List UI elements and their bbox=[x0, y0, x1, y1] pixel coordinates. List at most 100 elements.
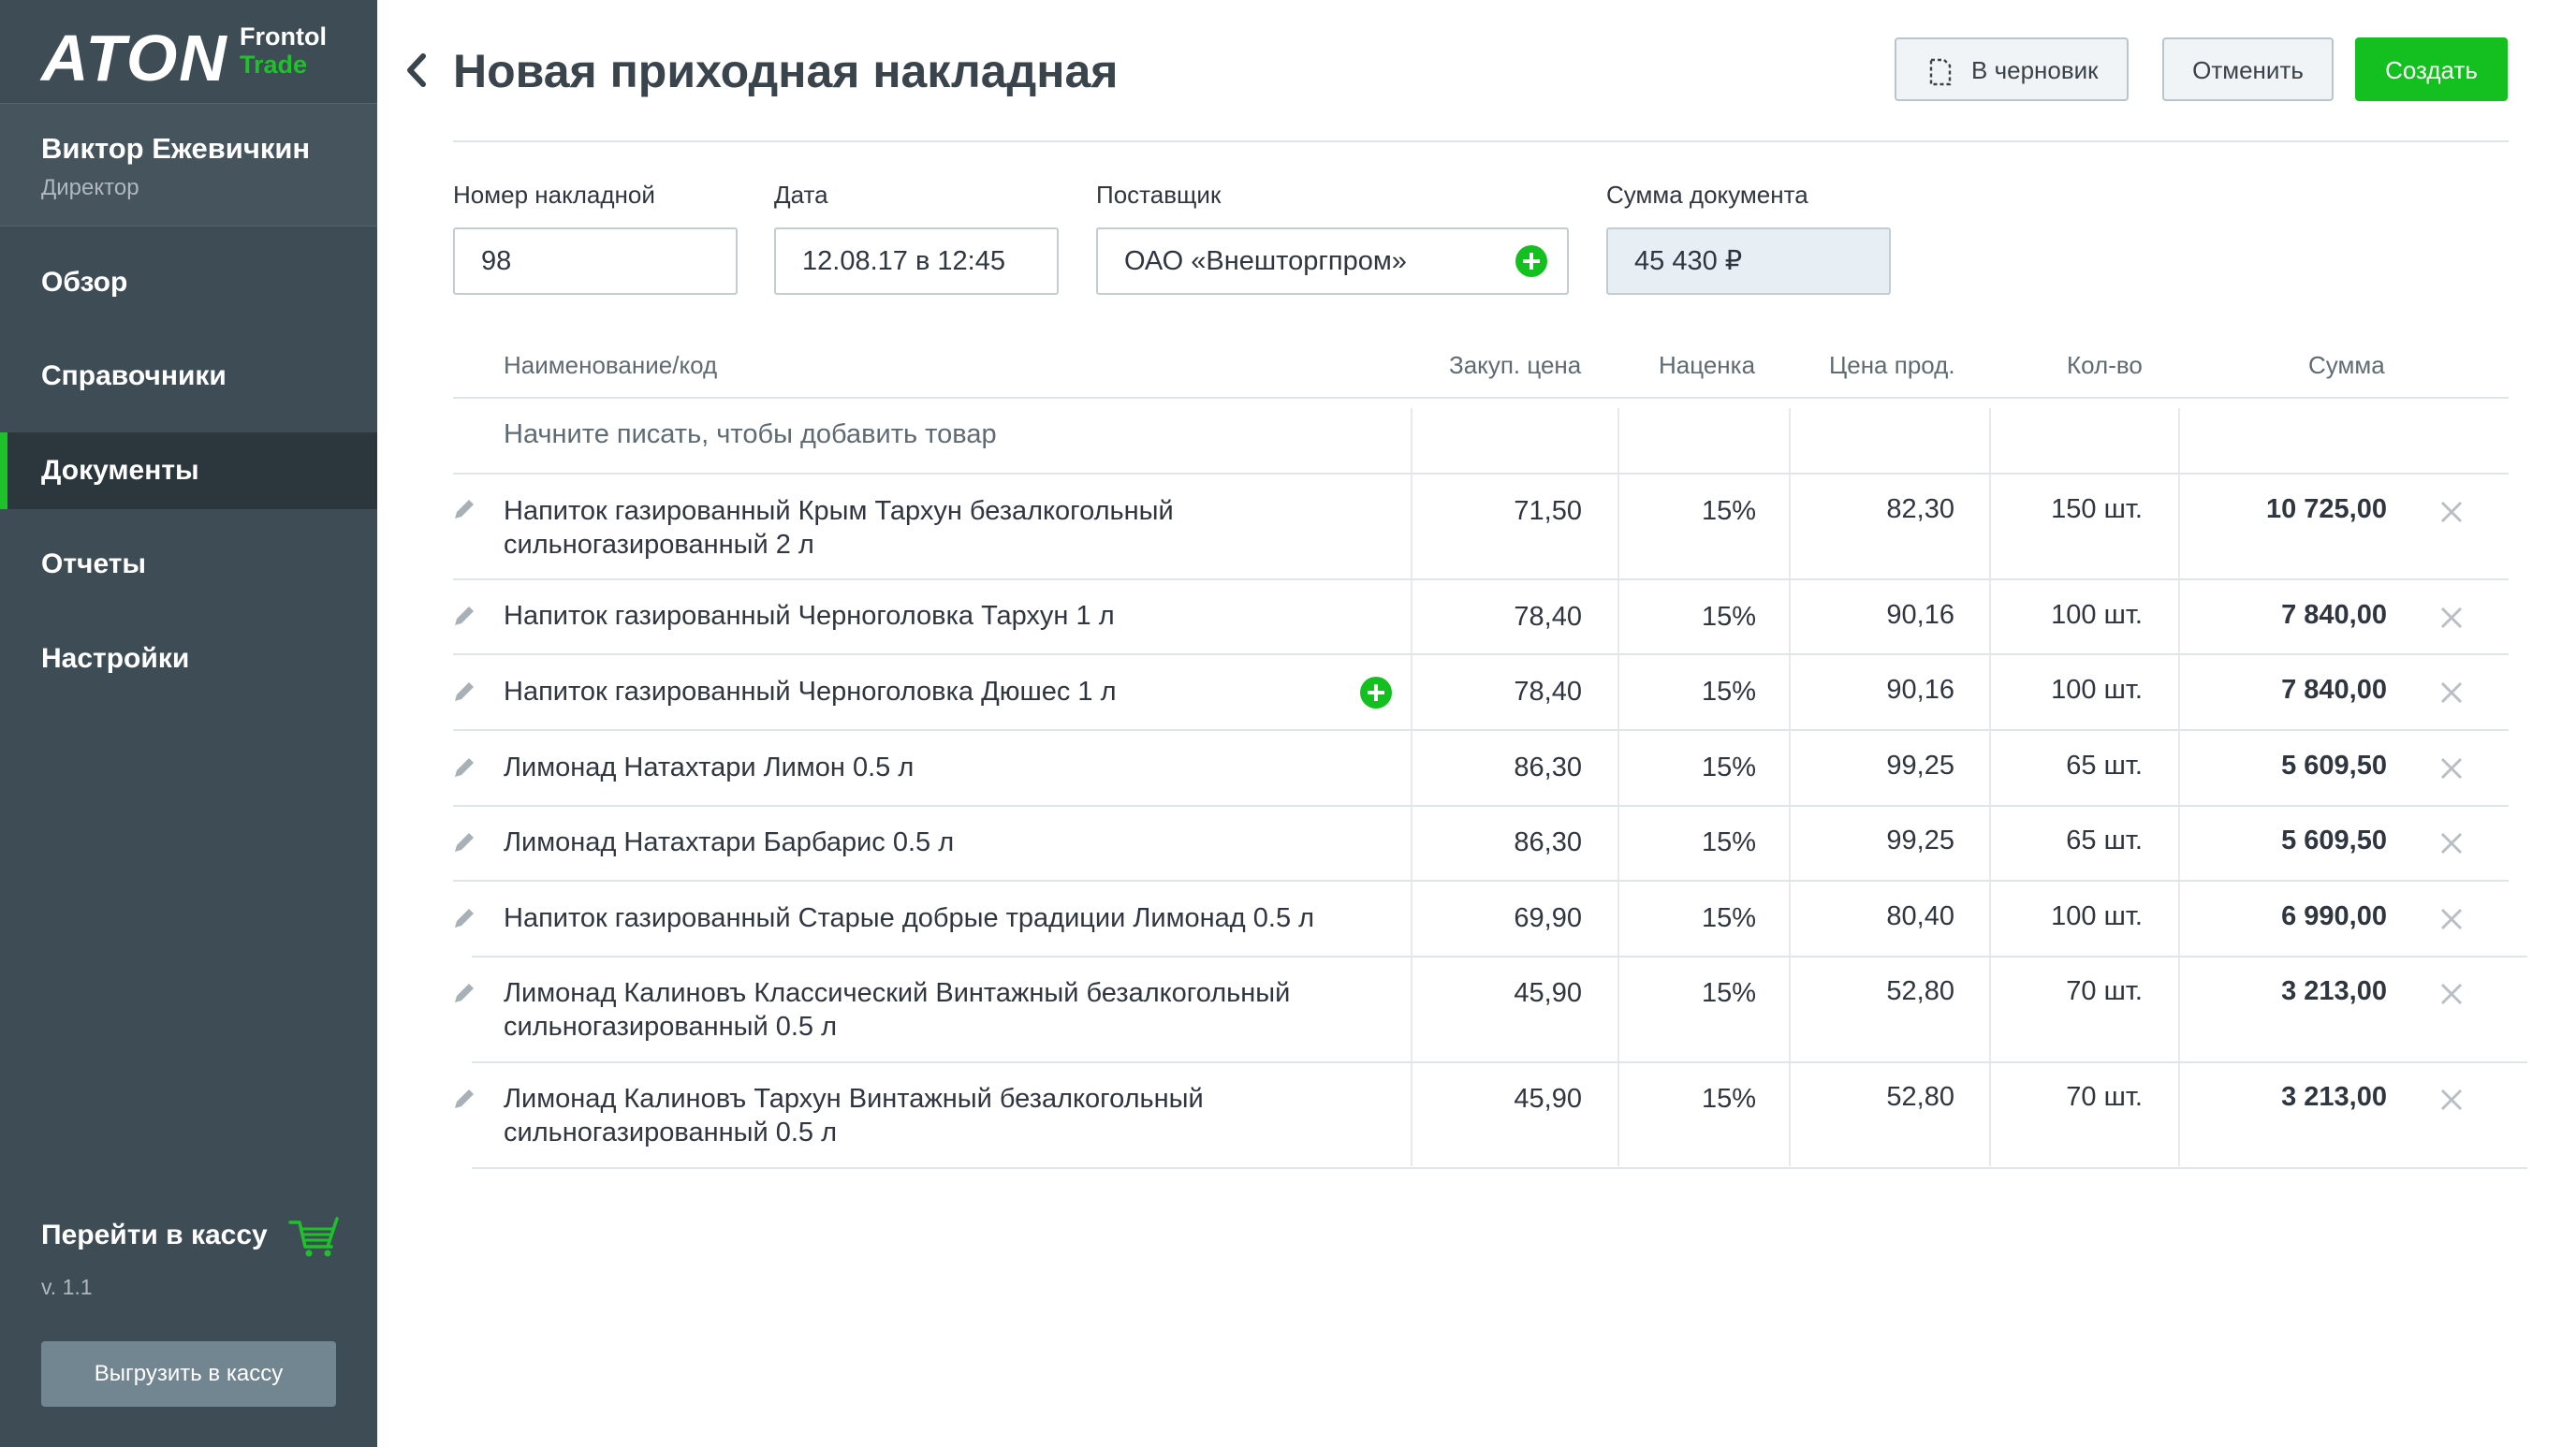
row-divider bbox=[453, 578, 2509, 580]
edit-pencil-icon[interactable] bbox=[451, 603, 477, 629]
quantity-cell[interactable]: 65 шт. bbox=[1998, 751, 2143, 782]
column-divider bbox=[1989, 408, 1991, 1166]
product-name: Лимонад Калиновъ Тархун Винтажный безалк… bbox=[504, 1084, 1204, 1147]
edit-pencil-icon[interactable] bbox=[451, 1086, 477, 1112]
sale-price-cell[interactable]: 99,25 bbox=[1797, 751, 1954, 782]
remove-row-icon[interactable] bbox=[2437, 498, 2466, 526]
nav-item-documents[interactable]: Документы bbox=[0, 432, 377, 509]
purchase-price-cell[interactable]: 86,30 bbox=[1423, 753, 1582, 783]
remove-row-icon[interactable] bbox=[2437, 679, 2466, 707]
quantity-cell[interactable]: 100 шт. bbox=[1998, 600, 2143, 631]
edit-pencil-icon[interactable] bbox=[451, 829, 477, 855]
quantity-cell[interactable]: 100 шт. bbox=[1998, 901, 2143, 932]
column-divider bbox=[1789, 408, 1791, 1166]
create-button[interactable]: Создать bbox=[2355, 37, 2508, 101]
purchase-price-cell[interactable]: 71,50 bbox=[1423, 496, 1582, 527]
date-label: Дата bbox=[774, 181, 828, 209]
save-draft-label: В черновик bbox=[1971, 56, 2099, 84]
edit-pencil-icon[interactable] bbox=[451, 754, 477, 781]
column-header-sale-price: Цена прод. bbox=[1829, 351, 1955, 379]
purchase-price-cell[interactable]: 78,40 bbox=[1423, 602, 1582, 633]
supplier-field[interactable]: ОАО «Внешторгпром» bbox=[1096, 227, 1569, 295]
row-sum-cell: 7 840,00 bbox=[2281, 675, 2387, 705]
row-divider bbox=[472, 1061, 2527, 1063]
remove-row-icon[interactable] bbox=[2437, 754, 2466, 782]
sale-price-cell[interactable]: 52,80 bbox=[1797, 976, 1954, 1007]
edit-pencil-icon[interactable] bbox=[451, 980, 477, 1006]
product-name: Frontol bbox=[240, 22, 327, 51]
date-field[interactable]: 12.08.17 в 12:45 bbox=[774, 227, 1059, 295]
sidebar: ATON Frontol Trade Виктор Ежевичкин Дире… bbox=[0, 0, 377, 1447]
column-header-name: Наименование/код bbox=[504, 351, 718, 379]
document-sum-field: 45 430 ₽ bbox=[1606, 227, 1891, 295]
product-name: Напиток газированный Черноголовка Тархун… bbox=[504, 601, 1115, 631]
brand-logo[interactable]: ATON Frontol Trade bbox=[41, 21, 350, 95]
cancel-button[interactable]: Отменить bbox=[2162, 37, 2334, 101]
edit-pencil-icon[interactable] bbox=[451, 496, 477, 522]
save-draft-button[interactable]: В черновик bbox=[1895, 37, 2129, 101]
row-divider bbox=[453, 880, 2509, 882]
invoice-number-field[interactable]: 98 bbox=[453, 227, 738, 295]
markup-cell[interactable]: 15% bbox=[1629, 753, 1756, 783]
sale-price-cell[interactable]: 90,16 bbox=[1797, 600, 1954, 631]
nav-item-references[interactable]: Справочники bbox=[0, 338, 377, 415]
cart-icon[interactable] bbox=[288, 1217, 341, 1258]
markup-cell[interactable]: 15% bbox=[1629, 602, 1756, 633]
logo-mark: ATON bbox=[41, 22, 228, 95]
product-name: Лимонад Натахтари Барбарис 0.5 л bbox=[504, 827, 955, 857]
row-divider bbox=[453, 805, 2509, 807]
purchase-price-cell[interactable]: 86,30 bbox=[1423, 827, 1582, 858]
sale-price-cell[interactable]: 80,40 bbox=[1797, 901, 1954, 932]
purchase-price-cell[interactable]: 78,40 bbox=[1423, 677, 1582, 708]
quantity-cell[interactable]: 150 шт. bbox=[1998, 494, 2143, 525]
purchase-price-cell[interactable]: 45,90 bbox=[1423, 1084, 1582, 1115]
add-product-input[interactable]: Начните писать, чтобы добавить товар bbox=[504, 419, 997, 450]
edit-pencil-icon[interactable] bbox=[451, 679, 477, 705]
go-to-cash-link[interactable]: Перейти в кассу bbox=[41, 1217, 268, 1254]
nav-item-settings[interactable]: Настройки bbox=[0, 621, 377, 697]
purchase-price-cell[interactable]: 45,90 bbox=[1423, 978, 1582, 1009]
markup-cell[interactable]: 15% bbox=[1629, 496, 1756, 527]
add-supplier-icon[interactable] bbox=[1515, 244, 1548, 278]
sale-price-cell[interactable]: 90,16 bbox=[1797, 675, 1954, 706]
remove-row-icon[interactable] bbox=[2437, 1086, 2466, 1114]
remove-row-icon[interactable] bbox=[2437, 829, 2466, 857]
add-icon[interactable] bbox=[1359, 676, 1393, 709]
nav-item-overview[interactable]: Обзор bbox=[0, 244, 377, 321]
column-header-markup: Наценка bbox=[1659, 351, 1756, 379]
sale-price-cell[interactable]: 99,25 bbox=[1797, 826, 1954, 856]
column-header-quantity: Кол-во bbox=[2067, 351, 2143, 379]
app-version: v. 1.1 bbox=[41, 1275, 93, 1299]
remove-row-icon[interactable] bbox=[2437, 905, 2466, 933]
user-panel[interactable]: Виктор Ежевичкин Директор bbox=[0, 103, 377, 227]
export-to-cash-button[interactable]: Выгрузить в кассу bbox=[41, 1341, 336, 1407]
quantity-cell[interactable]: 70 шт. bbox=[1998, 976, 2143, 1007]
sale-price-cell[interactable]: 52,80 bbox=[1797, 1082, 1954, 1113]
back-arrow-icon[interactable] bbox=[402, 49, 431, 92]
purchase-price-cell[interactable]: 69,90 bbox=[1423, 903, 1582, 934]
nav-item-reports[interactable]: Отчеты bbox=[0, 526, 377, 603]
row-sum-cell: 7 840,00 bbox=[2281, 600, 2387, 630]
edit-pencil-icon[interactable] bbox=[451, 905, 477, 931]
markup-cell[interactable]: 15% bbox=[1629, 903, 1756, 934]
markup-cell[interactable]: 15% bbox=[1629, 827, 1756, 858]
quantity-cell[interactable]: 65 шт. bbox=[1998, 826, 2143, 856]
sale-price-cell[interactable]: 82,30 bbox=[1797, 494, 1954, 525]
row-divider bbox=[453, 653, 2509, 655]
row-sum-cell: 3 213,00 bbox=[2281, 976, 2387, 1006]
markup-cell[interactable]: 15% bbox=[1629, 978, 1756, 1009]
column-divider bbox=[2178, 408, 2180, 1166]
product-name: Лимонад Калиновъ Классический Винтажный … bbox=[504, 978, 1291, 1042]
markup-cell[interactable]: 15% bbox=[1629, 1084, 1756, 1115]
document-icon bbox=[1929, 58, 1952, 86]
supplier-label: Поставщик bbox=[1096, 181, 1222, 209]
product-name: Лимонад Натахтари Лимон 0.5 л bbox=[504, 753, 915, 782]
markup-cell[interactable]: 15% bbox=[1629, 677, 1756, 708]
row-divider bbox=[472, 1167, 2527, 1169]
quantity-cell[interactable]: 70 шт. bbox=[1998, 1082, 2143, 1113]
remove-row-icon[interactable] bbox=[2437, 604, 2466, 632]
remove-row-icon[interactable] bbox=[2437, 980, 2466, 1008]
user-role: Директор bbox=[41, 175, 139, 200]
row-divider bbox=[472, 956, 2527, 957]
quantity-cell[interactable]: 100 шт. bbox=[1998, 675, 2143, 706]
